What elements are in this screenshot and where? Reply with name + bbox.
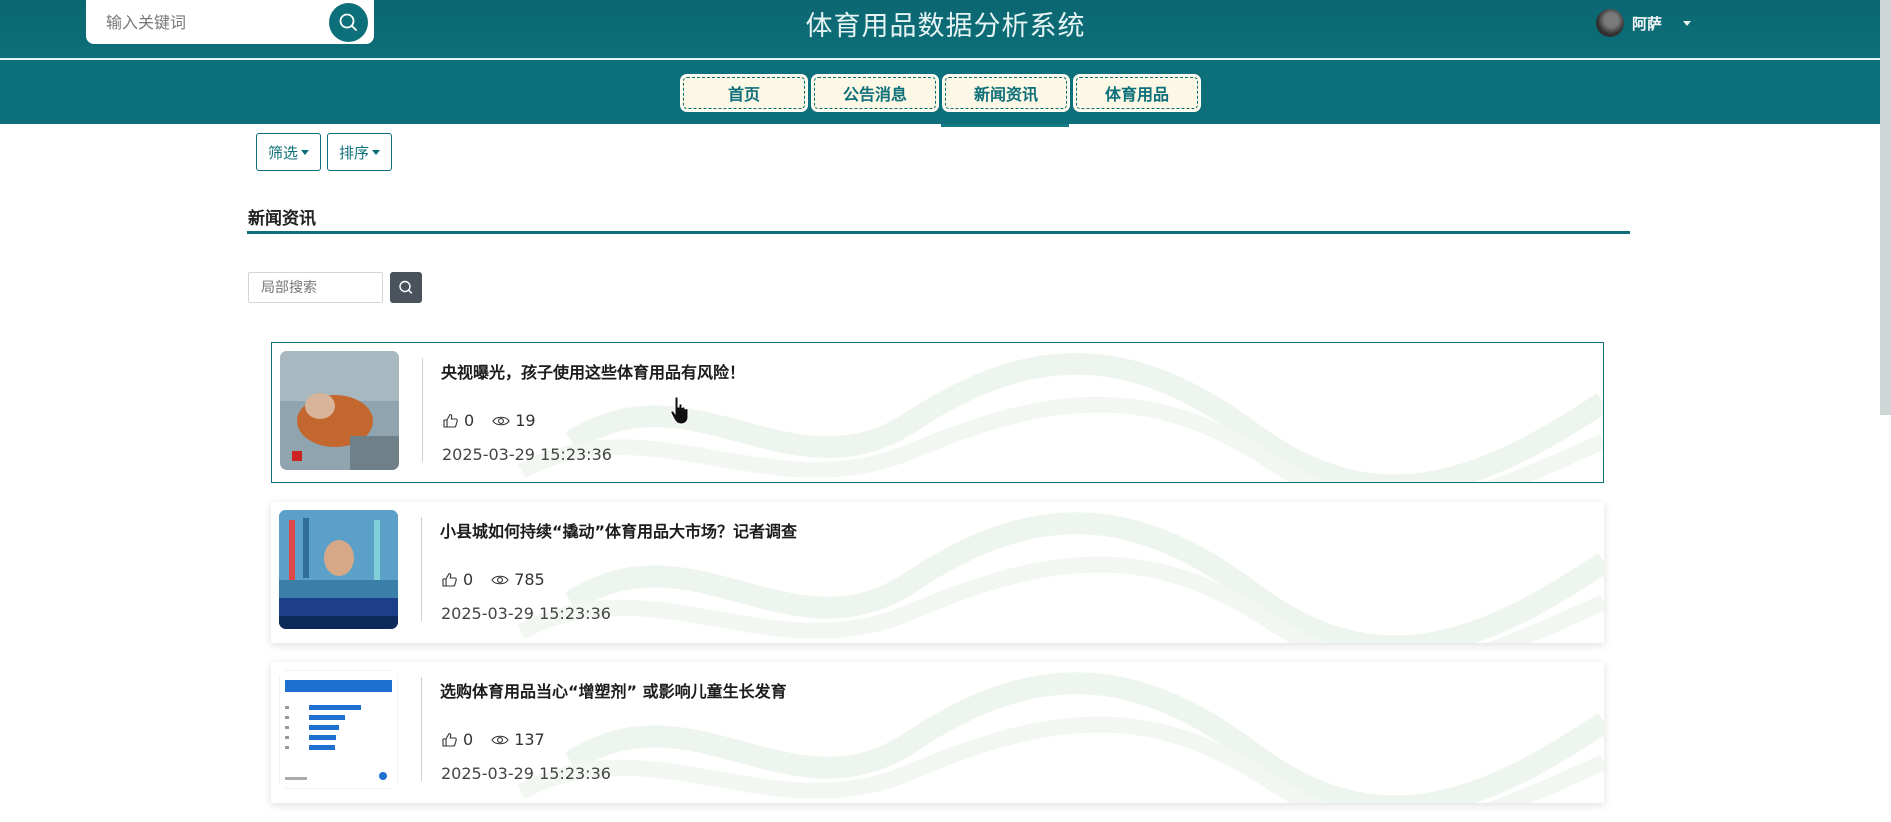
view-count: 785 [514, 570, 545, 589]
news-stats: 0 137 [441, 730, 563, 749]
tab-announcements[interactable]: 公告消息 [811, 74, 939, 112]
like-count: 0 [463, 570, 474, 589]
local-search-button[interactable] [390, 272, 422, 303]
filter-bar: 筛选 排序 [256, 133, 393, 171]
main-nav: 首页 公告消息 新闻资讯 体育用品 [680, 74, 1201, 112]
chevron-down-icon [1683, 20, 1692, 26]
caret-down-icon [301, 149, 310, 155]
card-divider [421, 677, 422, 781]
hand-cursor-icon [670, 396, 689, 425]
news-stats: 0 785 [441, 570, 563, 589]
news-image [279, 670, 398, 789]
news-date: 2025-03-29 15:23:36 [441, 764, 611, 783]
username: 阿萨 [1632, 14, 1663, 33]
news-stats: 0 19 [442, 411, 554, 430]
active-tab-indicator [941, 124, 1069, 127]
tab-home[interactable]: 首页 [680, 74, 808, 112]
news-thumbnail[interactable] [279, 670, 398, 789]
filter-dropdown-button[interactable]: 筛选 [256, 133, 322, 171]
user-menu[interactable]: 阿萨 [1596, 8, 1692, 38]
news-card[interactable]: 央视曝光，孩子使用这些体育用品有风险！ 0 19 2025-03-29 15:2… [271, 342, 1604, 483]
news-thumbnail[interactable] [280, 351, 399, 470]
news-title[interactable]: 选购体育用品当心“增塑剂” 或影响儿童生长发育 [440, 678, 787, 702]
search-icon [399, 280, 413, 294]
thumbs-up-icon[interactable] [442, 412, 459, 429]
news-image [279, 510, 398, 629]
like-count: 0 [463, 730, 474, 749]
section-title: 新闻资讯 [248, 209, 316, 229]
view-count: 19 [515, 411, 536, 430]
news-card[interactable]: 小县城如何持续“撬动”体育用品大市场？记者调查 0 785 2025-03-29… [271, 502, 1604, 643]
news-list: 央视曝光，孩子使用这些体育用品有风险！ 0 19 2025-03-29 15:2… [271, 342, 1604, 822]
section-divider [247, 231, 1630, 234]
eye-icon [491, 575, 509, 584]
news-thumbnail[interactable] [279, 510, 398, 629]
news-card[interactable]: 选购体育用品当心“增塑剂” 或影响儿童生长发育 0 137 2025-03-29… [271, 662, 1604, 803]
thumbs-up-icon[interactable] [441, 571, 458, 588]
avatar [1596, 9, 1624, 37]
page-scrollbar[interactable] [1880, 0, 1891, 415]
view-count: 137 [514, 730, 545, 749]
thumbs-up-icon[interactable] [441, 731, 458, 748]
eye-icon [491, 735, 509, 744]
news-date: 2025-03-29 15:23:36 [442, 445, 612, 464]
like-count: 0 [464, 411, 475, 430]
sort-label: 排序 [339, 143, 370, 162]
news-title[interactable]: 小县城如何持续“撬动”体育用品大市场？记者调查 [440, 518, 797, 542]
caret-down-icon [372, 149, 381, 155]
news-image [280, 351, 399, 470]
tab-sports-goods[interactable]: 体育用品 [1073, 74, 1201, 112]
filter-label: 筛选 [268, 143, 299, 162]
sort-dropdown-button[interactable]: 排序 [327, 133, 393, 171]
card-divider [422, 358, 423, 462]
news-title[interactable]: 央视曝光，孩子使用这些体育用品有风险！ [441, 359, 745, 383]
eye-icon [492, 416, 510, 425]
local-search-input[interactable] [248, 272, 383, 303]
news-date: 2025-03-29 15:23:36 [441, 604, 611, 623]
tab-news[interactable]: 新闻资讯 [942, 74, 1070, 112]
card-divider [421, 517, 422, 621]
